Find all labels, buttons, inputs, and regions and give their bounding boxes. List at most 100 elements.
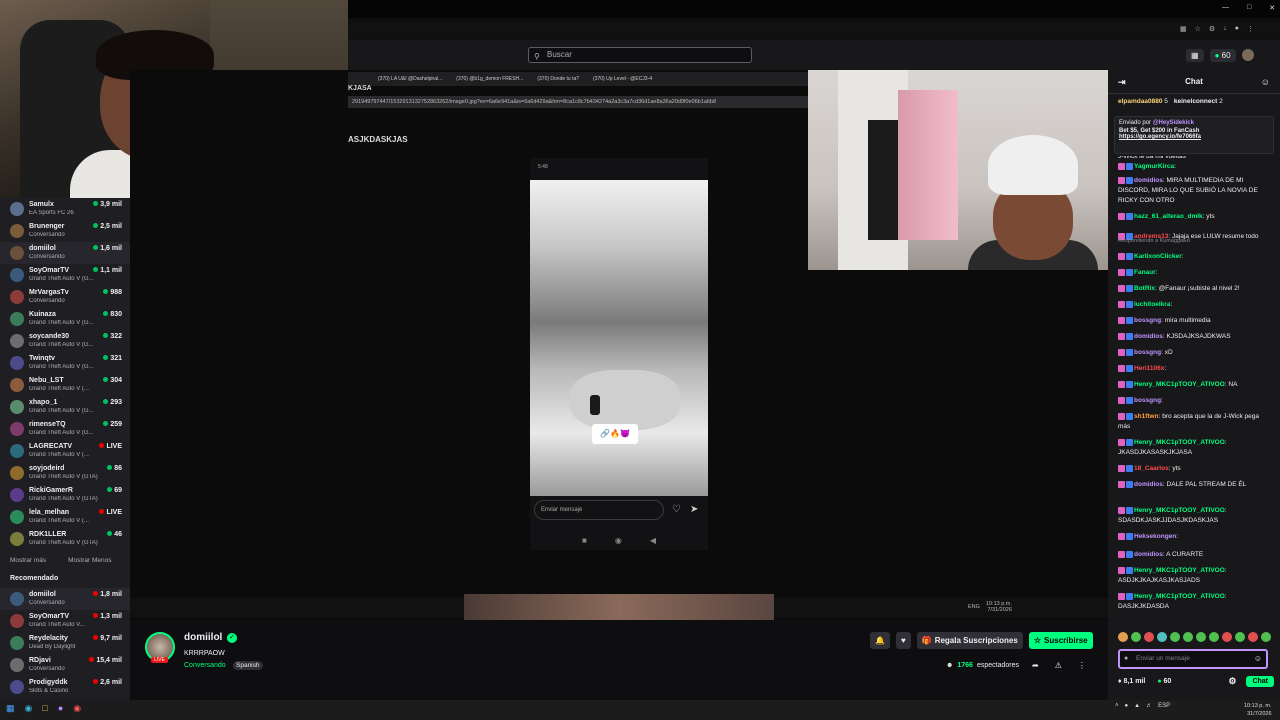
sidebar-channel[interactable]: SoyOmarTV Grand Theft Auto V (G... 1,1 mil (0, 264, 130, 286)
chat-username[interactable]: Henry_MKC1pTOOY_ATIVOO (1134, 507, 1225, 514)
recommended-channel[interactable]: RDjavi Conversando 15,4 mil (0, 654, 130, 676)
record-icon[interactable]: ◉ (73, 703, 81, 714)
edge-icon[interactable]: ◉ (25, 703, 33, 714)
sidebar-channel[interactable]: xhapo_1 Grand Theft Auto V (G... 293 (0, 396, 130, 418)
chat-username[interactable]: KarlixonClicker (1134, 253, 1182, 260)
profile-icon[interactable]: ● (1235, 25, 1239, 33)
streamer-name[interactable]: domiilol (184, 632, 222, 643)
volume-icon[interactable]: ♬ (1146, 703, 1152, 709)
wifi-icon[interactable]: ▲ (1134, 703, 1140, 709)
windows-start-icon[interactable]: ▦ (6, 703, 15, 714)
notification-button[interactable]: 🔔 (870, 632, 890, 649)
address-bar[interactable] (348, 21, 1280, 39)
os-clock[interactable]: 10:13 p. m. 31/7/2026 (1244, 702, 1272, 718)
emote-icon[interactable] (1144, 632, 1154, 642)
chat-username[interactable]: Henry_MKC1pTOOY_ATIVOO (1134, 567, 1225, 574)
recommended-channel[interactable]: SoyOmarTV Grand Theft Auto V... 1,3 mil (0, 610, 130, 632)
show-less-link[interactable]: Mostrar Menos (68, 557, 111, 564)
recommended-channel[interactable]: Prodigyddk Slots & Casino 2,6 mil (0, 676, 130, 698)
sidebar-channel[interactable]: Brunenger Conversando 2,5 mil (0, 220, 130, 242)
emote-icon[interactable] (1196, 632, 1206, 642)
sidebar-channel[interactable]: LAGRECATV Grand Theft Auto V (... LIVE (0, 440, 130, 462)
follow-button[interactable]: ♥ (895, 632, 911, 649)
pinned-link[interactable]: https://go.egency.io/fe7066fa (1119, 134, 1269, 140)
chat-username[interactable]: Henry_MKC1pTOOY_ATIVOO (1134, 593, 1225, 600)
show-more-link[interactable]: Mostrar más (10, 557, 46, 564)
sidebar-channel[interactable]: RDK1LLER Grand Theft Auto V (GTA) 46 (0, 528, 130, 550)
chat-username[interactable]: bossgng (1134, 317, 1161, 324)
recommended-channel[interactable]: domiilol Conversando 1,8 mil (0, 588, 130, 610)
gear-icon[interactable]: ⚙ (1228, 676, 1236, 687)
chat-username[interactable]: domidios (1134, 177, 1163, 184)
chat-username[interactable]: Heksekongen (1134, 533, 1176, 540)
tray-app-icon[interactable]: ● (1125, 703, 1129, 709)
points-stat[interactable]: ● 60 (1157, 678, 1171, 685)
sidebar-channel[interactable]: lela_melhan Grand Theft Auto V (... LIVE (0, 506, 130, 528)
more-icon[interactable]: ⋮ (1078, 661, 1086, 670)
subscribe-button[interactable]: ☆ Suscribirse (1028, 632, 1093, 649)
sidebar-channel[interactable]: domiilol Conversando 1,6 mil (0, 242, 130, 264)
sidebar-channel[interactable]: Nebu_LST Grand Theft Auto V (... 304 (0, 374, 130, 396)
chat-username[interactable]: hazz_61_alterao_dmlk (1134, 213, 1203, 220)
puzzle-icon[interactable]: ⚙ (1209, 25, 1215, 33)
chat-send-button[interactable]: Chat (1246, 676, 1274, 687)
emoji-icon[interactable]: ☺ (1254, 651, 1262, 667)
chat-username[interactable]: BotRix (1134, 285, 1155, 292)
app-icon[interactable]: ● (58, 703, 63, 714)
chat-username[interactable]: domidios (1134, 551, 1163, 558)
chat-input[interactable]: ● Enviar un mensaje ☺ (1118, 649, 1268, 669)
emote-icon[interactable] (1170, 632, 1180, 642)
chat-username[interactable]: Fanaur (1134, 269, 1156, 276)
chat-username[interactable]: luchitoelkra (1134, 301, 1170, 308)
recommended-channel[interactable]: Reydelacity Dead By Daylight 9,7 mil (0, 632, 130, 654)
emote-icon[interactable] (1118, 632, 1128, 642)
chat-username[interactable]: domidios (1134, 333, 1163, 340)
emote-icon[interactable] (1157, 632, 1167, 642)
chat-username[interactable]: bossgng (1134, 349, 1161, 356)
drops-icon[interactable]: ▦ (1186, 48, 1204, 62)
sidebar-channel[interactable]: RickiGamerR Grand Theft Auto V (GTA) 69 (0, 484, 130, 506)
stream-category[interactable]: Conversando (184, 662, 226, 669)
minimize-icon[interactable]: — (1222, 4, 1229, 12)
sidebar-channel[interactable]: rimenseTQ Grand Theft Auto V (G... 259 (0, 418, 130, 440)
collapse-chat-icon[interactable]: ⇥ (1118, 70, 1126, 94)
points-button[interactable]: ● 60 (1209, 48, 1236, 62)
sidebar-channel[interactable]: Samulx EA Sports FC 26 3,9 mil (0, 198, 130, 220)
pinned-message[interactable]: Enviado por @HeySidekick Bet $5, Get $20… (1114, 116, 1274, 154)
chat-username[interactable]: 18_Caarlos (1134, 465, 1169, 472)
chat-username[interactable]: bossgng (1134, 397, 1161, 404)
emote-icon[interactable] (1248, 632, 1258, 642)
tray-chevron-icon[interactable]: ˄ (1115, 703, 1119, 709)
emote-icon[interactable] (1235, 632, 1245, 642)
chat-username[interactable]: YagmurKirca (1134, 163, 1174, 170)
close-icon[interactable]: ✕ (1269, 4, 1275, 12)
sidebar-channel[interactable]: soycande30 Grand Theft Auto V (G... 322 (0, 330, 130, 352)
chat-username[interactable]: domidios (1134, 481, 1163, 488)
emote-icon[interactable] (1131, 632, 1141, 642)
emote-picker-icon[interactable]: ● (1124, 651, 1128, 667)
extension-icon[interactable]: ▦ (1180, 25, 1187, 33)
gift-subs-button[interactable]: 🎁 Regala Suscripciones (916, 632, 1023, 649)
maximize-icon[interactable]: □ (1247, 4, 1251, 12)
avatar[interactable] (1241, 49, 1254, 61)
chat-username[interactable]: Henry_MKC1pTOOY_ATIVOO (1134, 439, 1225, 446)
sidebar-channel[interactable]: MrVargasTv Conversando 988 (0, 286, 130, 308)
report-icon[interactable]: ⚠ (1055, 661, 1062, 670)
bits-stat[interactable]: ♦ 8,1 mil (1118, 678, 1145, 685)
star-icon[interactable]: ☆ (1195, 25, 1201, 33)
search-input[interactable]: ⚲ Buscar (528, 47, 752, 63)
users-icon[interactable]: ☺ (1261, 70, 1270, 94)
sidebar-channel[interactable]: Twinqtv Grand Theft Auto V (G... 321 (0, 352, 130, 374)
chat-username[interactable]: Henry_MKC1pTOOY_ATIVOO (1134, 381, 1225, 388)
sidebar-channel[interactable]: soyjodeird Grand Theft Auto V (GTA) 86 (0, 462, 130, 484)
emote-icon[interactable] (1222, 632, 1232, 642)
folder-icon[interactable]: □ (42, 703, 47, 714)
download-icon[interactable]: ↓ (1223, 25, 1227, 33)
emote-icon[interactable] (1261, 632, 1271, 642)
language-tag[interactable]: Spanish (233, 661, 263, 670)
emote-icon[interactable] (1209, 632, 1219, 642)
chat-username[interactable]: Heri1106x (1134, 365, 1164, 372)
share-icon[interactable]: ➦ (1032, 661, 1039, 670)
chat-username[interactable]: sh1ftwn (1134, 413, 1159, 420)
sidebar-channel[interactable]: Kuinaza Grand Theft Auto V (G... 830 (0, 308, 130, 330)
